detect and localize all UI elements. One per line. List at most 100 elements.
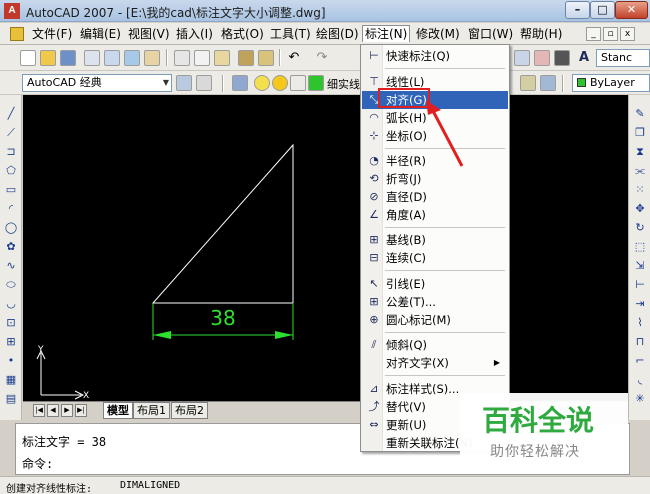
menu-tools[interactable]: 工具(T) [268, 26, 313, 43]
spline-icon[interactable]: ∿ [4, 259, 18, 273]
menu-draw[interactable]: 绘图(D) [314, 26, 361, 43]
menu-item-ordinate[interactable]: ⊹ 坐标(O) [362, 127, 508, 145]
menu-item-continue[interactable]: ⊟ 连续(C) [362, 249, 508, 267]
explode-icon[interactable]: ✳ [633, 392, 647, 406]
polygon-icon[interactable]: ⬠ [4, 164, 18, 178]
menu-edit[interactable]: 编辑(E) [78, 26, 123, 43]
print-icon[interactable] [84, 50, 100, 66]
tab-layout1[interactable]: 布局1 [133, 402, 170, 419]
layer-properties-icon[interactable] [232, 75, 248, 91]
menu-item-tolerance[interactable]: ⊞ 公差(T)... [362, 293, 508, 311]
current-layer-label[interactable]: 细实线 [327, 76, 360, 92]
open-file-icon[interactable] [40, 50, 56, 66]
hatch-icon[interactable]: ▦ [4, 373, 18, 387]
tab-first-button[interactable]: |◀ [33, 404, 45, 417]
menu-item-radius[interactable]: ◔ 半径(R) [362, 152, 508, 170]
menu-item-baseline[interactable]: ⊞ 基线(B) [362, 231, 508, 249]
tab-layout2[interactable]: 布局2 [171, 402, 208, 419]
point-icon[interactable]: • [4, 354, 18, 368]
workspace-save-icon[interactable] [196, 75, 212, 91]
menu-file[interactable]: 文件(F) [30, 26, 74, 43]
menu-item-quick-dimension[interactable]: ⊢ 快速标注(Q) [362, 47, 508, 65]
mdi-minimize-button[interactable]: _ [586, 27, 601, 41]
match-properties-icon[interactable] [238, 50, 254, 66]
arc-icon[interactable]: ◜ [4, 202, 18, 216]
calculator-icon[interactable] [554, 50, 570, 66]
close-button[interactable]: ✕ [615, 1, 648, 19]
region-icon[interactable]: ▤ [4, 392, 18, 406]
layer-lock-icon[interactable] [290, 75, 306, 91]
tab-prev-button[interactable]: ◀ [47, 404, 59, 417]
menu-item-arc-length[interactable]: ◠ 弧长(H) [362, 109, 508, 127]
menu-dimension[interactable]: 标注(N) [362, 25, 411, 42]
mdi-close-button[interactable]: x [620, 27, 635, 41]
construction-line-icon[interactable]: ⟋ [4, 126, 18, 140]
menu-item-jogged[interactable]: ⟲ 折弯(J) [362, 170, 508, 188]
offset-icon[interactable]: ⫘ [633, 164, 647, 178]
menu-help[interactable]: 帮助(H) [518, 26, 564, 43]
minimize-button[interactable]: – [565, 1, 590, 19]
scale-icon[interactable]: ⬚ [633, 240, 647, 254]
extend-icon[interactable]: ⇥ [633, 297, 647, 311]
cut-icon[interactable] [174, 50, 190, 66]
tab-next-button[interactable]: ▶ [61, 404, 73, 417]
array-icon[interactable]: ⁙ [633, 183, 647, 197]
break-icon[interactable]: ⌇ [633, 316, 647, 330]
rectangle-icon[interactable]: ▭ [4, 183, 18, 197]
tool-palettes-icon[interactable] [534, 50, 550, 66]
publish-icon[interactable] [124, 50, 140, 66]
plot-icon[interactable] [144, 50, 160, 66]
mirror-icon[interactable]: ⧗ [633, 145, 647, 159]
mdi-restore-button[interactable]: ▫ [603, 27, 618, 41]
save-icon[interactable] [60, 50, 76, 66]
drawing-canvas[interactable]: 38 Y X [23, 95, 628, 401]
layer-color-icon[interactable] [308, 75, 324, 91]
new-file-icon[interactable] [20, 50, 36, 66]
layer-freeze-icon[interactable] [272, 75, 288, 91]
design-center-icon[interactable] [514, 50, 530, 66]
layer-on-icon[interactable] [254, 75, 270, 91]
menu-item-aligned[interactable]: ⤡ 对齐(G) [362, 91, 508, 109]
tab-model[interactable]: 模型 [103, 402, 133, 419]
insert-block-icon[interactable]: ⊡ [4, 316, 18, 330]
menu-item-center-mark[interactable]: ⊕ 圆心标记(M) [362, 311, 508, 329]
triangle-shape[interactable] [151, 143, 294, 304]
text-style-combo[interactable]: Stanc [596, 49, 650, 67]
menu-item-align-text[interactable]: 对齐文字(X) ▶ [362, 354, 508, 372]
fillet-icon[interactable]: ◟ [633, 373, 647, 387]
rotate-icon[interactable]: ↻ [633, 221, 647, 235]
menu-item-oblique[interactable]: ⫽ 倾斜(Q) [362, 336, 508, 354]
menu-insert[interactable]: 插入(I) [174, 26, 215, 43]
workspace-settings-icon[interactable] [176, 75, 192, 91]
color-combo[interactable]: ByLayer [572, 74, 650, 92]
revision-cloud-icon[interactable]: ✿ [4, 240, 18, 254]
command-prompt[interactable]: 命令: [22, 455, 53, 472]
dimension-text[interactable]: 38 [210, 306, 235, 330]
chamfer-icon[interactable]: ⌐ [633, 354, 647, 368]
join-icon[interactable]: ⊓ [633, 335, 647, 349]
ellipse-arc-icon[interactable]: ◡ [4, 297, 18, 311]
tab-last-button[interactable]: ▶| [75, 404, 87, 417]
polyline-icon[interactable]: ⊐ [4, 145, 18, 159]
text-style-icon[interactable]: A [576, 50, 592, 66]
make-block-icon[interactable]: ⊞ [4, 335, 18, 349]
redo-icon[interactable]: ↷ [314, 50, 330, 66]
menu-item-linear[interactable]: ⊤ 线性(L) [362, 73, 508, 91]
layer-previous-icon[interactable] [520, 75, 536, 91]
line-icon[interactable]: ╱ [4, 107, 18, 121]
ellipse-icon[interactable]: ⬭ [4, 278, 18, 292]
circle-icon[interactable]: ◯ [4, 221, 18, 235]
block-editor-icon[interactable] [258, 50, 274, 66]
erase-icon[interactable]: ✎ [633, 107, 647, 121]
paste-icon[interactable] [214, 50, 230, 66]
menu-item-diameter[interactable]: ⊘ 直径(D) [362, 188, 508, 206]
document-icon[interactable] [10, 27, 24, 41]
maximize-button[interactable]: □ [590, 1, 615, 19]
undo-icon[interactable]: ↶ [286, 50, 302, 66]
menu-item-leader[interactable]: ↖ 引线(E) [362, 275, 508, 293]
menu-format[interactable]: 格式(O) [219, 26, 266, 43]
workspace-combo[interactable]: AutoCAD 经典 ▼ [22, 74, 172, 92]
trim-icon[interactable]: ⊢ [633, 278, 647, 292]
copy-object-icon[interactable]: ❐ [633, 126, 647, 140]
menu-window[interactable]: 窗口(W) [466, 26, 515, 43]
